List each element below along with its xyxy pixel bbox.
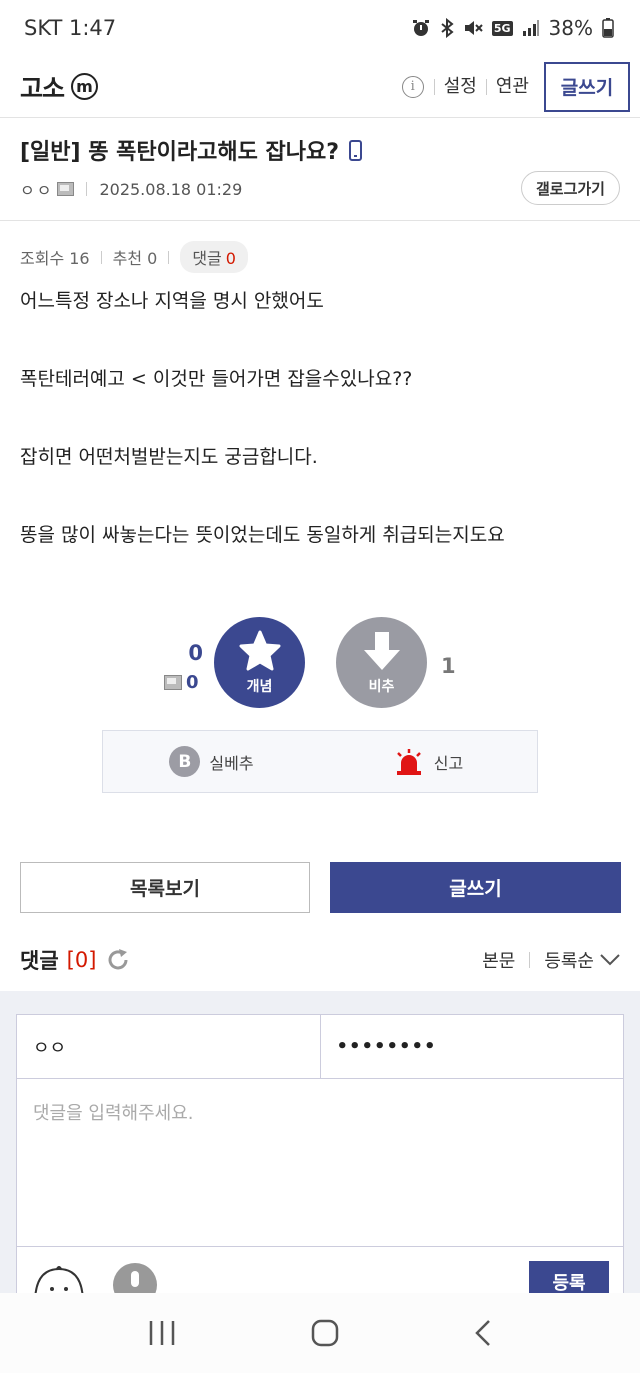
signal-icon <box>522 20 539 36</box>
gallery-name[interactable]: 고소 <box>20 69 65 105</box>
comment-pill-count: 0 <box>225 249 236 268</box>
author-name[interactable]: ㅇㅇ <box>20 177 53 201</box>
battery-percent: 38% <box>548 16 593 40</box>
action-box: B 실베추 신고 <box>102 730 538 793</box>
post-title: [일반] 똥 폭탄이라고해도 잡나요? <box>20 140 339 165</box>
post-body-line: 똥을 많이 싸놓는다는 뜻이었는데도 동일하게 취급되는지도요 <box>20 524 505 546</box>
vote-area: 0 0 개념 비추 1 <box>0 617 640 709</box>
mute-icon <box>464 21 483 35</box>
comment-pill-label: 댓글 <box>192 249 222 268</box>
post-stats: 조회수 16 추천 0 댓글 0 <box>20 241 248 273</box>
recommend-count: 추천 0 <box>112 249 158 268</box>
realbest-recommend-button[interactable]: B 실베추 <box>103 746 320 777</box>
arrow-down-icon <box>363 631 400 670</box>
recent-apps-icon[interactable] <box>148 1320 176 1346</box>
user-icon <box>57 182 75 196</box>
password-field[interactable]: •••••••• <box>319 1015 624 1078</box>
comment-sort-select[interactable]: 등록순 <box>544 947 594 973</box>
fixed-upvote-value: 0 <box>186 672 199 693</box>
write-post-button[interactable]: 글쓰기 <box>330 862 621 913</box>
downvote-count: 1 <box>441 654 456 678</box>
gallog-button[interactable]: 갤로그가기 <box>520 171 620 205</box>
mic-glyph-icon <box>131 1271 139 1287</box>
stat-divider <box>168 250 170 264</box>
chevron-down-icon[interactable] <box>600 954 620 966</box>
b-badge-icon: B <box>169 746 201 777</box>
downvote-label: 비추 <box>368 678 395 695</box>
view-count: 조회수 16 <box>20 249 90 268</box>
post-body: 어느특정 장소나 지역을 명시 안했어도 폭탄테러예고 < 이것만 들어가면 잡… <box>20 288 620 600</box>
battery-icon <box>602 18 614 38</box>
fixed-user-icon <box>164 675 182 690</box>
status-bar: SKT 1:47 5G 38% <box>0 0 640 56</box>
refresh-icon[interactable] <box>106 948 130 972</box>
info-icon[interactable]: i <box>401 75 424 98</box>
nickname-field[interactable]: ㅇㅇ <box>17 1015 320 1078</box>
comment-submit-button[interactable]: 등록 <box>529 1261 609 1293</box>
realbest-label: 실베추 <box>209 753 254 773</box>
write-post-button-top[interactable]: 글쓰기 <box>544 61 630 112</box>
microphone-icon[interactable] <box>113 1263 157 1293</box>
comment-form: ㅇㅇ •••••••• 댓글을 입력해주세요. 등록 <box>16 1014 624 1293</box>
star-icon <box>239 630 280 670</box>
stat-divider <box>100 250 102 264</box>
comments-count: [0] <box>66 948 97 972</box>
comment-textarea[interactable]: 댓글을 입력해주세요. <box>17 1079 623 1247</box>
post-body-line: 어느특정 장소나 지역을 명시 안했어도 <box>20 290 324 312</box>
back-icon[interactable] <box>474 1319 492 1347</box>
network-icon: 5G <box>491 20 513 36</box>
comments-header: 댓글 [0] 본문 등록순 <box>20 943 620 977</box>
status-carrier-time: SKT 1:47 <box>24 16 117 40</box>
fixed-upvote-count: 0 <box>164 672 199 693</box>
minor-gallery-badge: m <box>71 73 99 100</box>
upvote-button[interactable]: 개념 <box>214 617 305 708</box>
comment-credentials-row: ㅇㅇ •••••••• <box>17 1015 623 1079</box>
post-date: 2025.08.18 01:29 <box>99 179 243 199</box>
comment-filter[interactable]: 본문 <box>482 947 515 973</box>
siren-icon <box>396 748 421 775</box>
comments-title: 댓글 <box>20 949 59 973</box>
list-view-button[interactable]: 목록보기 <box>20 862 310 913</box>
meta-divider <box>86 182 88 196</box>
comment-form-toolbar: 등록 <box>17 1247 623 1293</box>
bluetooth-icon <box>441 18 454 38</box>
alarm-icon <box>412 20 429 36</box>
report-label: 신고 <box>433 753 464 773</box>
upvote-label: 개념 <box>246 678 273 695</box>
dccon-icon[interactable] <box>31 1263 87 1293</box>
related-link[interactable]: 연관 <box>485 77 538 95</box>
divider <box>0 220 640 221</box>
downvote-button[interactable]: 비추 <box>336 617 427 708</box>
post-body-line: 잡히면 어떤처벌받는지도 궁금합니다. <box>20 446 318 468</box>
system-nav-bar <box>0 1293 640 1373</box>
mobile-icon <box>348 139 362 161</box>
settings-link[interactable]: 설정 <box>433 77 486 95</box>
home-icon[interactable] <box>311 1319 339 1347</box>
status-icons: 5G 38% <box>411 16 614 40</box>
upvote-count: 0 <box>188 641 203 665</box>
post-body-line: 폭탄테러예고 < 이것만 들어가면 잡을수있나요?? <box>20 368 413 390</box>
post-meta: ㅇㅇ 2025.08.18 01:29 갤로그가기 <box>20 171 620 205</box>
post-title-row: [일반] 똥 폭탄이라고해도 잡나요? <box>20 134 362 166</box>
gallery-header: 고소 m i 설정 연관 글쓰기 <box>0 56 640 118</box>
comment-count-pill[interactable]: 댓글 0 <box>180 241 248 273</box>
report-button[interactable]: 신고 <box>320 748 537 776</box>
filter-divider <box>529 952 531 968</box>
